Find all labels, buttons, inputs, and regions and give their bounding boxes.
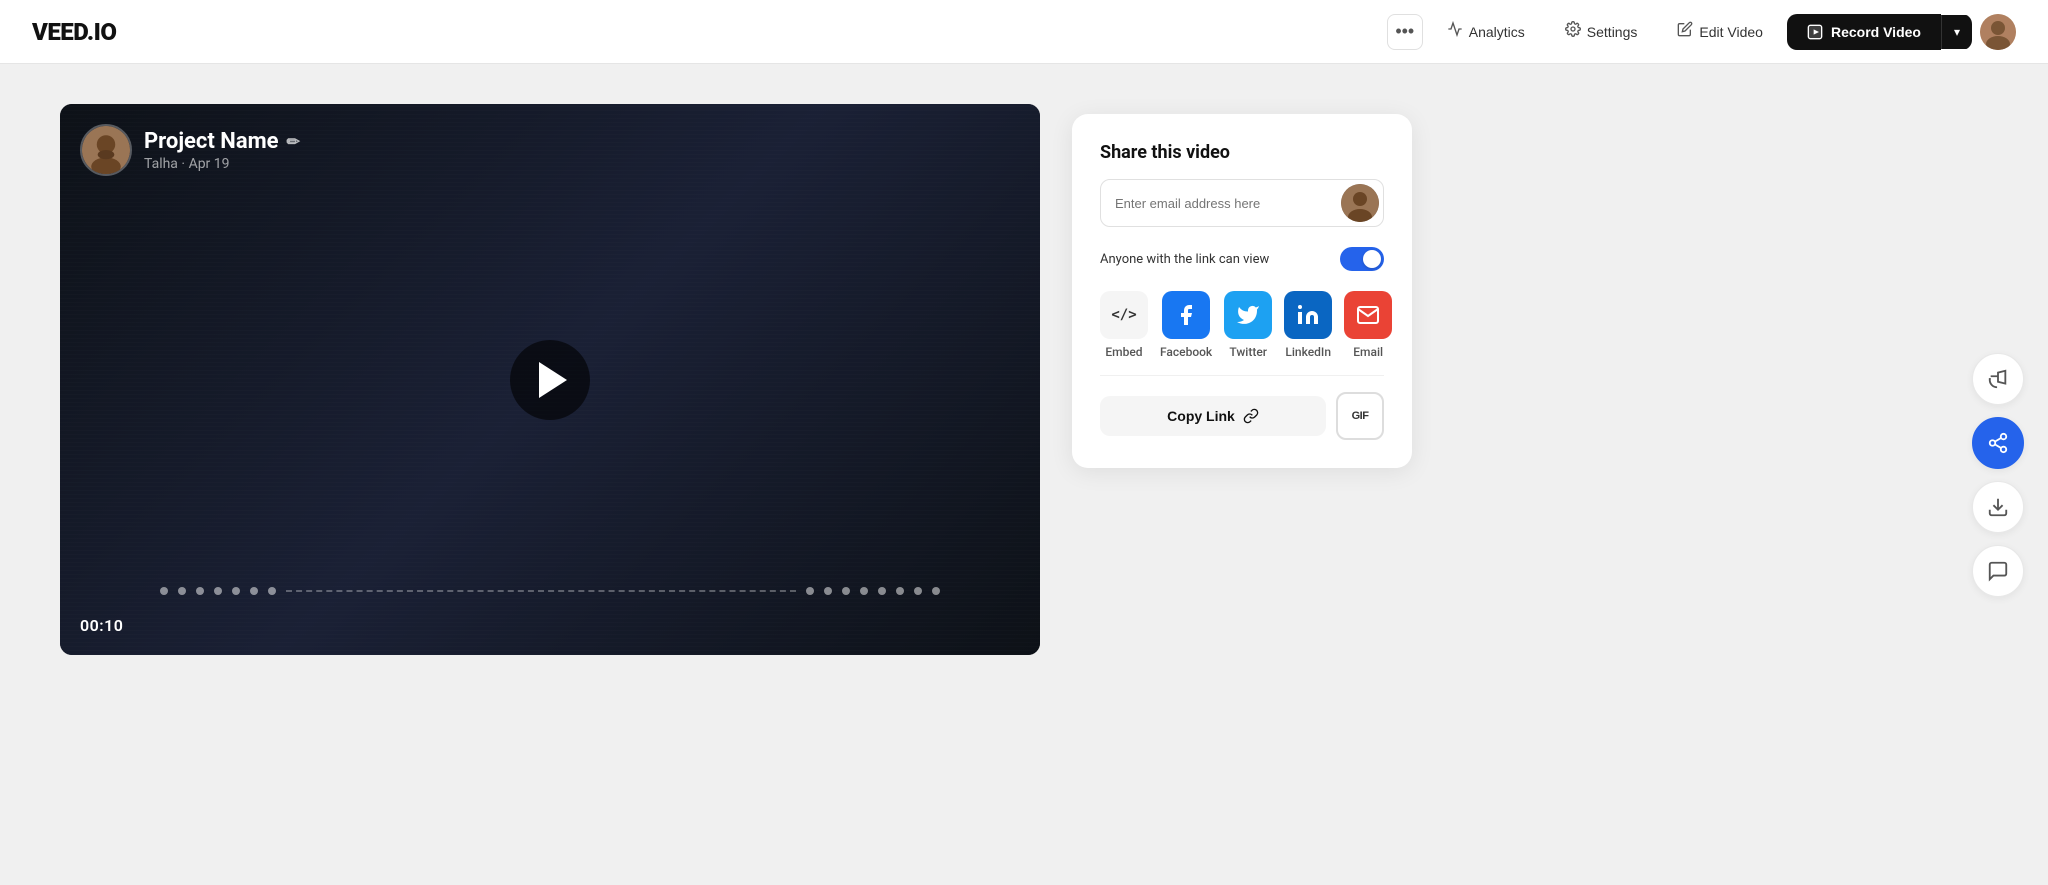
video-subtitle: Talha · Apr 19 — [144, 156, 300, 172]
twitter-label: Twitter — [1229, 345, 1267, 359]
avatar-image — [1980, 14, 2016, 50]
linkedin-label: LinkedIn — [1285, 345, 1331, 359]
edit-video-button[interactable]: Edit Video — [1661, 13, 1779, 50]
link-icon — [1243, 408, 1259, 424]
share-icon — [1987, 432, 2009, 454]
timeline-dot — [824, 587, 832, 595]
toggle-knob — [1363, 250, 1381, 268]
video-player: Project Name ✏ Talha · Apr 19 — [60, 104, 1040, 655]
copy-link-row: Copy Link GIF — [1100, 392, 1384, 440]
play-button[interactable] — [510, 340, 590, 420]
share-panel: Share this video Anyone with the link ca… — [1072, 114, 1412, 468]
edit-video-label: Edit Video — [1699, 24, 1763, 40]
share-button[interactable] — [1972, 417, 2024, 469]
share-twitter[interactable]: Twitter — [1224, 291, 1272, 359]
email-share-label: Email — [1353, 345, 1383, 359]
timeline-dot — [232, 587, 240, 595]
timeline-dots — [160, 587, 940, 595]
email-avatar-image — [1341, 184, 1379, 222]
linkedin-icon — [1284, 291, 1332, 339]
timeline-line — [286, 590, 796, 592]
link-toggle-row: Anyone with the link can view — [1100, 247, 1384, 271]
video-title: Project Name ✏ — [144, 129, 300, 154]
email-avatar — [1341, 184, 1379, 222]
comment-icon — [1987, 560, 2009, 582]
timeline-dot — [914, 587, 922, 595]
edit-video-icon — [1677, 21, 1693, 42]
share-facebook[interactable]: Facebook — [1160, 291, 1212, 359]
record-video-label: Record Video — [1831, 24, 1921, 40]
copy-link-label: Copy Link — [1167, 408, 1235, 424]
gif-button[interactable]: GIF — [1336, 392, 1384, 440]
video-avatar — [80, 124, 132, 176]
link-toggle[interactable] — [1340, 247, 1384, 271]
user-avatar[interactable] — [1980, 14, 2016, 50]
facebook-icon — [1162, 291, 1210, 339]
share-embed[interactable]: </> Embed — [1100, 291, 1148, 359]
chevron-down-icon: ▾ — [1954, 25, 1960, 39]
timeline-dot — [932, 587, 940, 595]
twitter-icon — [1224, 291, 1272, 339]
more-icon: ••• — [1395, 21, 1414, 42]
video-header: Project Name ✏ Talha · Apr 19 — [80, 124, 300, 176]
settings-label: Settings — [1587, 24, 1638, 40]
timeline-dot — [806, 587, 814, 595]
record-dropdown-button[interactable]: ▾ — [1941, 15, 1972, 49]
record-video-button[interactable]: Record Video — [1787, 14, 1941, 50]
social-share-grid: </> Embed Facebook Twitter — [1100, 291, 1384, 359]
more-button[interactable]: ••• — [1387, 14, 1423, 50]
analytics-icon — [1447, 21, 1463, 42]
edit-title-icon[interactable]: ✏ — [287, 132, 300, 151]
timeline-dot — [860, 587, 868, 595]
embed-icon: </> — [1100, 291, 1148, 339]
video-timeline — [60, 587, 1040, 595]
email-input-row — [1100, 179, 1384, 227]
embed-label: Embed — [1105, 345, 1142, 359]
video-inner: Project Name ✏ Talha · Apr 19 — [60, 104, 1040, 655]
settings-button[interactable]: Settings — [1549, 13, 1654, 50]
timeline-dot — [268, 587, 276, 595]
logo: VEED.IO — [32, 18, 116, 46]
right-sidebar — [1972, 353, 2024, 597]
settings-icon — [1565, 21, 1581, 42]
timeline-dot — [214, 587, 222, 595]
download-button[interactable] — [1972, 481, 2024, 533]
timeline-dot — [178, 587, 186, 595]
email-icon — [1344, 291, 1392, 339]
announce-button[interactable] — [1972, 353, 2024, 405]
video-avatar-inner — [82, 126, 130, 174]
analytics-button[interactable]: Analytics — [1431, 13, 1541, 50]
header-actions: ••• Analytics Settings — [1387, 13, 2016, 50]
share-panel-title: Share this video — [1100, 142, 1384, 163]
download-icon — [1987, 496, 2009, 518]
megaphone-icon — [1987, 368, 2009, 390]
share-email[interactable]: Email — [1344, 291, 1392, 359]
timeline-dot — [896, 587, 904, 595]
gif-label: GIF — [1352, 410, 1369, 422]
email-input[interactable] — [1101, 184, 1337, 223]
record-icon — [1807, 24, 1823, 40]
comment-button[interactable] — [1972, 545, 2024, 597]
timeline-dot — [842, 587, 850, 595]
timeline-dot — [250, 587, 258, 595]
timeline-dot — [160, 587, 168, 595]
record-button-group: Record Video ▾ — [1787, 14, 1972, 50]
analytics-label: Analytics — [1469, 24, 1525, 40]
header: VEED.IO ••• Analytics Settings — [0, 0, 2048, 64]
main-content: Project Name ✏ Talha · Apr 19 — [0, 64, 2048, 885]
timeline-dot — [878, 587, 886, 595]
presenter-avatar — [82, 124, 130, 176]
share-divider — [1100, 375, 1384, 376]
video-timestamp: 00:10 — [80, 616, 123, 635]
share-linkedin[interactable]: LinkedIn — [1284, 291, 1332, 359]
copy-link-button[interactable]: Copy Link — [1100, 396, 1326, 436]
link-toggle-label: Anyone with the link can view — [1100, 252, 1269, 267]
timeline-dot — [196, 587, 204, 595]
video-title-block: Project Name ✏ Talha · Apr 19 — [144, 129, 300, 172]
play-icon — [539, 362, 567, 398]
facebook-label: Facebook — [1160, 345, 1212, 359]
